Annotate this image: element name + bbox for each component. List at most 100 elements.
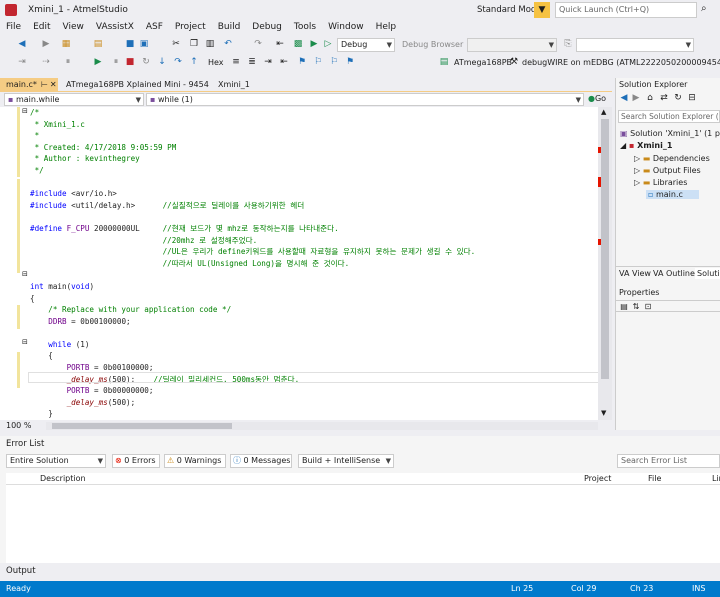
start-nodebug-icon[interactable]: ▷ [322,38,334,50]
code-line[interactable]: * [30,130,475,142]
forward-icon[interactable]: ▶ [630,92,642,104]
new-project-icon[interactable]: ▦ [60,38,72,50]
hex-button[interactable]: Hex [208,58,224,67]
fold-icon[interactable]: ⊟ [22,338,28,346]
debug-browser-label[interactable]: Debug Browser [402,40,463,49]
scroll-down-icon[interactable]: ▼ [601,409,606,417]
code-line[interactable]: //따라서 UL(Unsigned Long)을 명시해 준 것이다. [30,258,475,270]
menu-build[interactable]: Build [212,20,247,32]
error-search[interactable]: Search Error List [617,454,720,468]
zoom-level[interactable]: 100 % [6,421,31,430]
attach-icon[interactable]: ⎘ [562,38,574,50]
property-pages-icon[interactable]: ⊡ [642,301,654,313]
col-file[interactable]: File [648,474,661,483]
bookmark-icon[interactable]: ⚑ [296,56,308,68]
code-line[interactable]: while (1) [30,339,475,351]
break-icon[interactable]: ⏸ [62,56,74,68]
save-all-icon[interactable]: ▣ [138,38,150,50]
scope-select[interactable]: ▪ main.while ▼ [4,93,144,106]
home-icon[interactable]: ⌂ [644,92,656,104]
code-line[interactable]: int main(void) [30,281,475,293]
categorized-icon[interactable]: ▤ [618,301,630,313]
horizontal-scrollbar[interactable] [46,422,598,430]
scope-filter[interactable]: Entire Solution ▼ [6,454,106,468]
fold-icon[interactable]: ⊟ [22,270,28,278]
start-icon[interactable]: ▶ [308,38,320,50]
step-over-icon[interactable]: ↷ [172,56,184,68]
code-line[interactable]: #include <avr/io.h> [30,188,475,200]
uncomment-icon[interactable]: ≣ [246,56,258,68]
alphabetical-icon[interactable]: ⇅ [630,301,642,313]
step-out-icon[interactable]: ↑ [188,56,200,68]
scroll-up-icon[interactable]: ▲ [601,108,606,116]
tool-icon[interactable]: ⚒ [508,56,520,68]
menu-project[interactable]: Project [169,20,212,32]
code-line[interactable]: #include <util/delay.h> //실질적으로 딜레이를 사용하… [30,200,475,212]
tree-dependencies[interactable]: ▷ ▬ Dependencies [634,154,710,163]
code-line[interactable]: * Created: 4/17/2018 9:05:59 PM [30,142,475,154]
collapse-icon[interactable]: ⊟ [686,92,698,104]
menu-vassistx[interactable]: VAssistX [90,20,140,32]
messages-button[interactable]: ⓘ 0 Messages [230,454,292,468]
tab-main-c[interactable]: main.c* ⊢ ✕ [0,78,58,92]
code-line[interactable]: PORTB = 0b00000000; [30,385,475,397]
menu-view[interactable]: View [57,20,90,32]
code-line[interactable]: /* Replace with your application code */ [30,304,475,316]
code-line[interactable]: */ [30,165,475,177]
pause-icon[interactable]: ⏸ [110,56,122,68]
code-line[interactable]: //UL은 우리가 define키워드를 사용할때 자료형을 유지하지 못하는 … [30,246,476,258]
tab-va-outline[interactable]: VA Outline [653,269,695,278]
code-line[interactable] [30,327,475,339]
code-line[interactable]: //20mhz 로 설정해주었다. [30,235,475,247]
code-editor[interactable]: ⊟ ⊟ ⊟ /* * Xmini_1.c * * Created: 4/17/2… [0,107,612,420]
quick-launch-input[interactable]: Quick Launch (Ctrl+Q) [555,2,697,18]
code-line[interactable] [30,269,475,281]
copy-icon[interactable]: ❐ [188,38,200,50]
menu-help[interactable]: Help [370,20,403,32]
menu-tools[interactable]: Tools [288,20,322,32]
back-icon[interactable]: ◀ [618,92,630,104]
code-line[interactable] [30,177,475,189]
browser-select[interactable]: ▼ [467,38,557,52]
indent-icon[interactable]: ⇥ [262,56,274,68]
scroll-thumb[interactable] [601,119,609,379]
forward-icon[interactable]: ▶ [40,38,52,50]
tab-project[interactable]: Xmini_1 [212,78,272,92]
restart-icon[interactable]: ↻ [140,56,152,68]
go-button[interactable]: ●Go [588,93,612,106]
stop-icon[interactable]: ■ [124,56,136,68]
tree-libraries[interactable]: ▷ ▬ Libraries [634,178,687,187]
save-icon[interactable]: ■ [124,38,136,50]
code-line[interactable]: DDRB = 0b00100000; [30,316,475,328]
menu-edit[interactable]: Edit [27,20,56,32]
navigate-icon[interactable]: ⇤ [274,38,286,50]
code-line[interactable]: * Author : kevinthegrey [30,153,475,165]
menu-window[interactable]: Window [322,20,370,32]
code-line[interactable]: { [30,350,475,362]
code-line[interactable]: /* [30,107,475,119]
refresh-icon[interactable]: ↻ [672,92,684,104]
member-select[interactable]: ▪ while (1) ▼ [146,93,584,106]
tab-device[interactable]: ATmega168PB Xplained Mini - 9454 [60,78,210,92]
menu-debug[interactable]: Debug [246,20,288,32]
col-description[interactable]: Description [40,474,86,483]
outdent-icon[interactable]: ⇤ [278,56,290,68]
config-select[interactable]: Debug ▼ [337,38,395,52]
comment-icon[interactable]: ≡ [230,56,242,68]
tree-output-files[interactable]: ▷ ▬ Output Files [634,166,701,175]
device-icon[interactable]: ▤ [438,56,450,68]
search-icon[interactable]: ⌕ [701,3,707,14]
warnings-button[interactable]: ⚠ 0 Warnings [164,454,226,468]
undo-icon[interactable]: ↶ [222,38,234,50]
step-into-icon[interactable]: ↓ [156,56,168,68]
prev-bookmark-icon[interactable]: ⚐ [312,56,324,68]
run-to-icon[interactable]: ⇥ [16,56,28,68]
tab-solution[interactable]: Solution [695,268,720,279]
vertical-scrollbar[interactable]: ▲ ▼ [598,107,612,420]
step-icon[interactable]: ⇢ [40,56,52,68]
code-line[interactable]: * Xmini_1.c [30,119,475,131]
col-line[interactable]: Line [712,474,720,483]
code-line[interactable]: _delay_ms(500); [30,397,475,409]
col-project[interactable]: Project [584,474,611,483]
filter-icon[interactable]: ▼ [534,2,550,18]
